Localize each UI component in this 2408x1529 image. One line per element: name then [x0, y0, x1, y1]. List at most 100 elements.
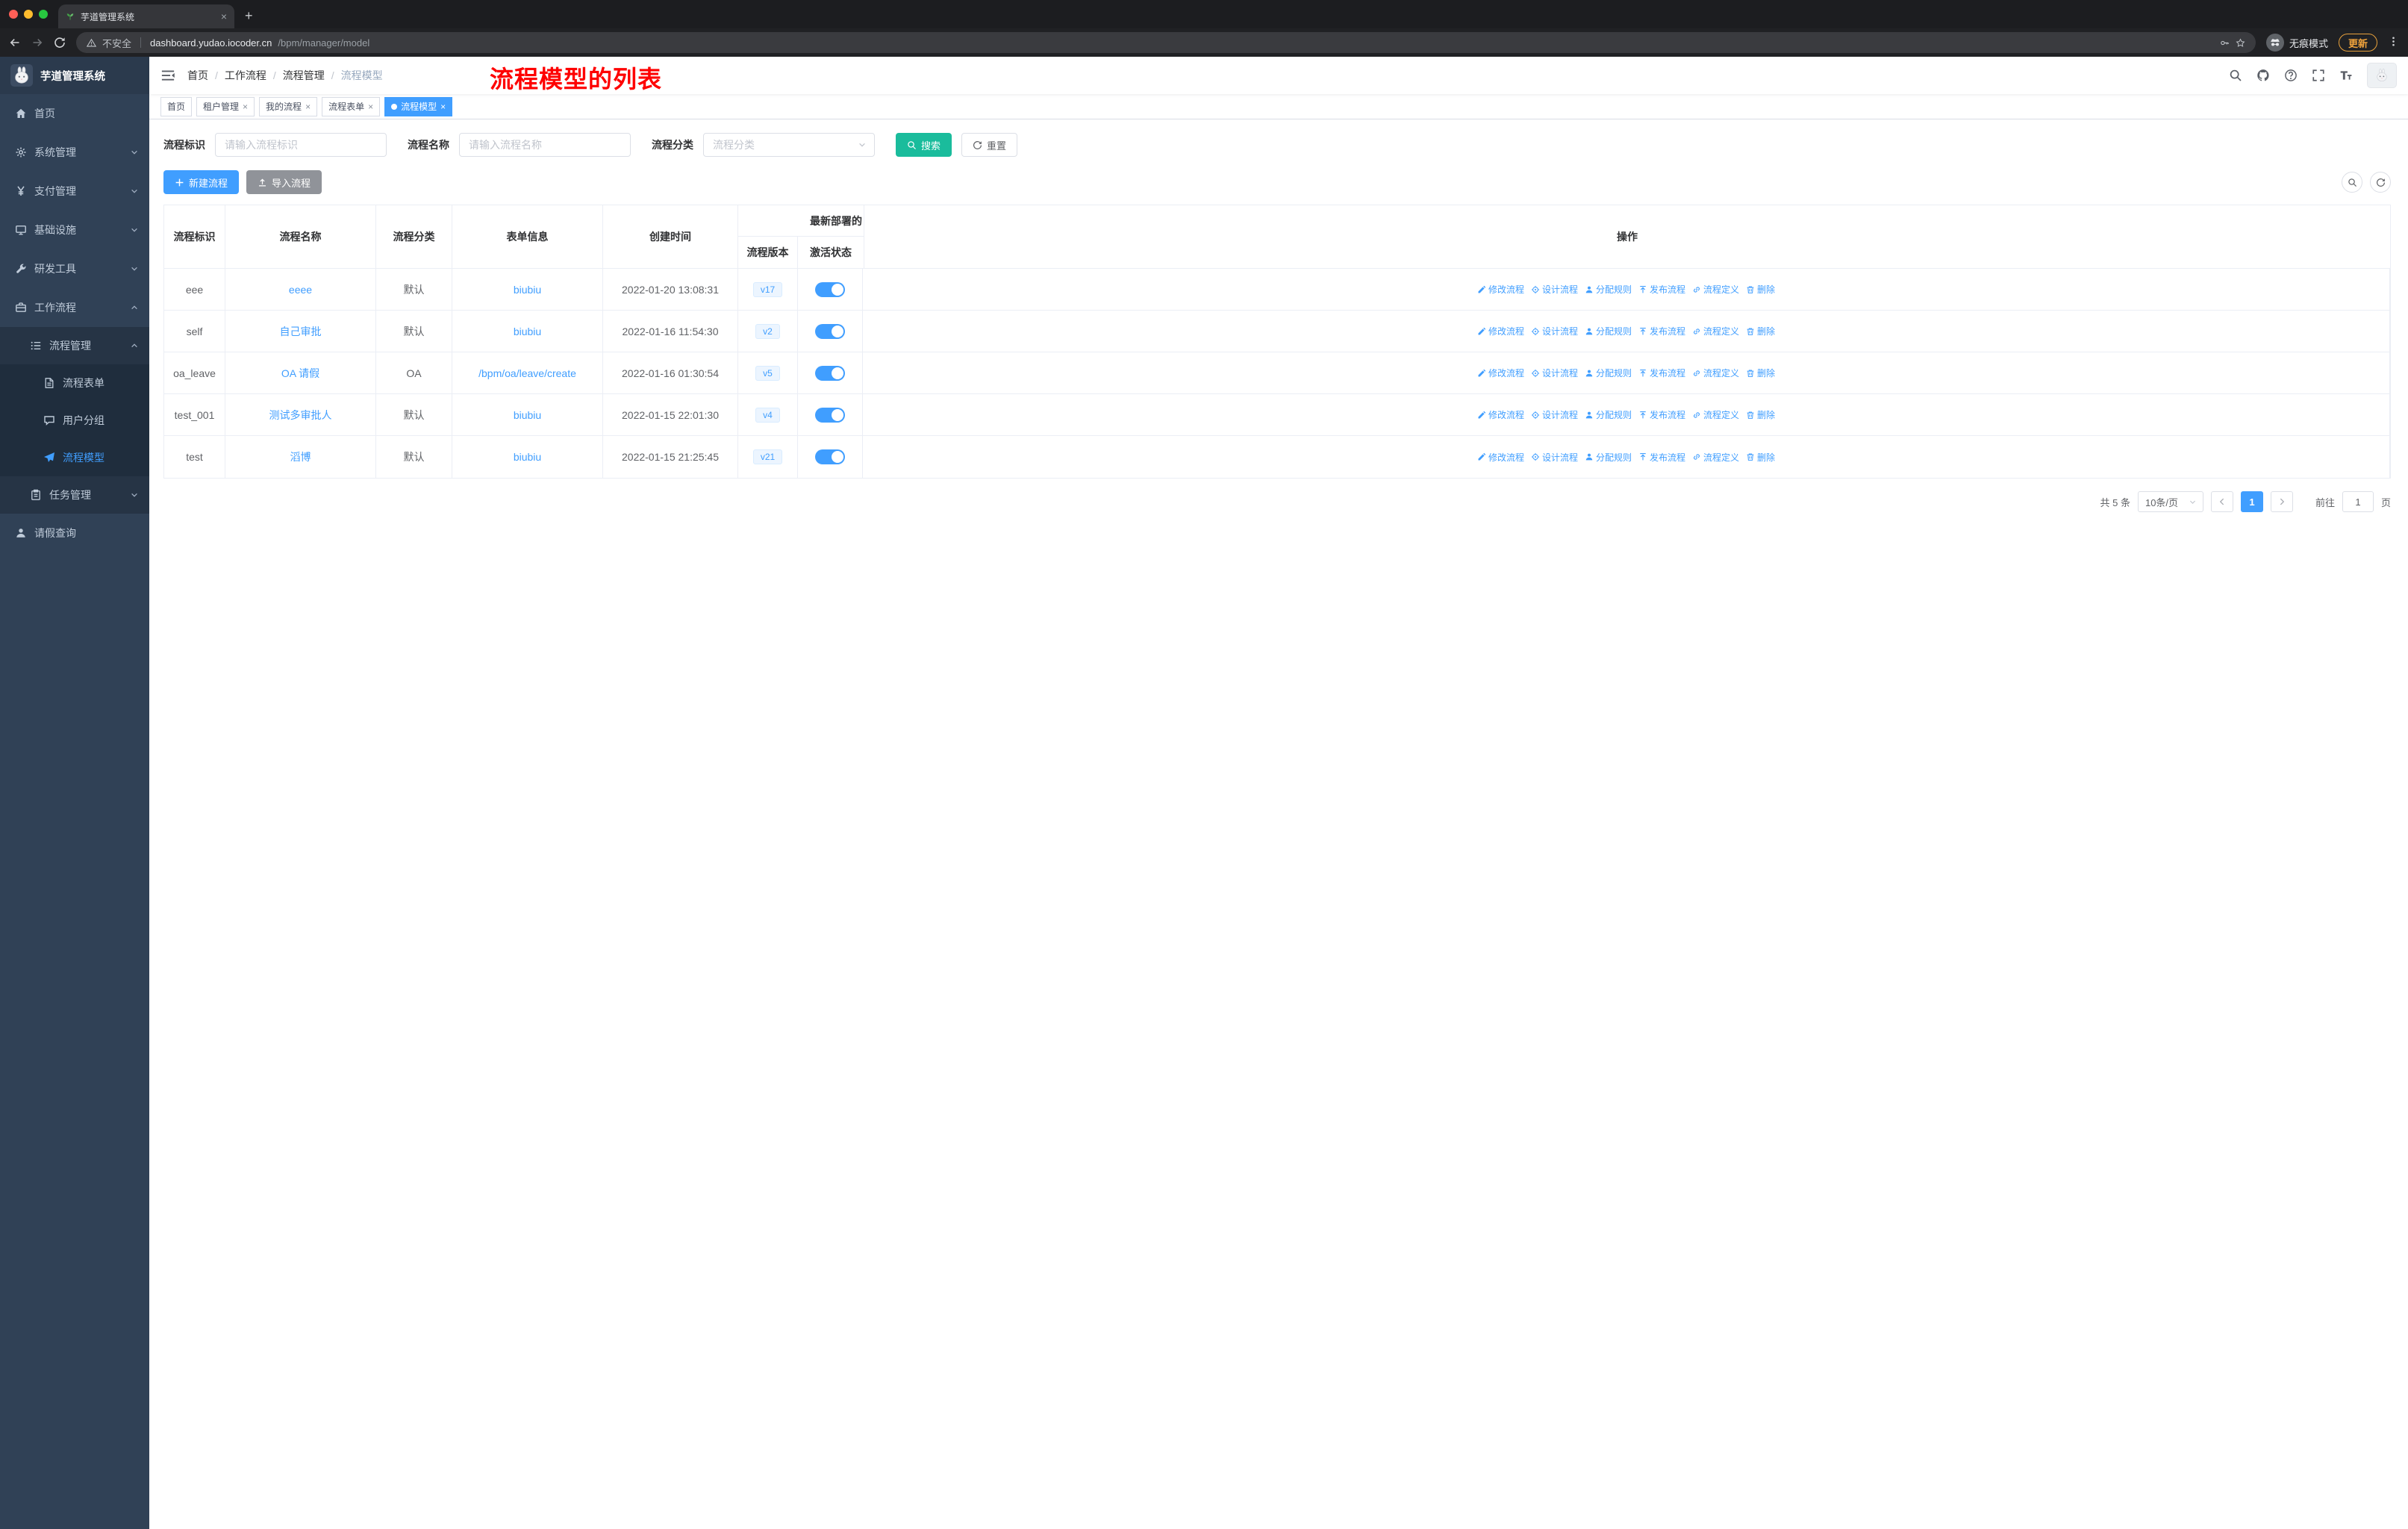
sidebar-item-user-group[interactable]: 用户分组	[0, 402, 149, 439]
browser-menu-icon[interactable]	[2388, 36, 2399, 50]
tag-close-icon[interactable]: ×	[440, 102, 446, 112]
sidebar-item-process-model[interactable]: 流程模型	[0, 439, 149, 476]
back-icon[interactable]	[9, 37, 21, 49]
process-name-link[interactable]: 测试多审批人	[269, 408, 332, 423]
action-delete-link[interactable]: 删除	[1746, 367, 1775, 379]
search-button[interactable]: 搜索	[896, 133, 952, 157]
sidebar-item-leave-query[interactable]: 请假查询	[0, 514, 149, 552]
process-key-input[interactable]	[215, 133, 387, 157]
tab-close-icon[interactable]: ×	[221, 10, 227, 22]
action-delete-link[interactable]: 删除	[1746, 408, 1775, 421]
action-publish-link[interactable]: 发布流程	[1638, 367, 1685, 379]
action-definition-link[interactable]: 流程定义	[1692, 408, 1739, 421]
form-info-link[interactable]: /bpm/oa/leave/create	[478, 367, 576, 379]
action-assign-link[interactable]: 分配规则	[1585, 325, 1632, 337]
process-name-link[interactable]: eeee	[289, 284, 312, 296]
reset-button[interactable]: 重置	[961, 133, 1018, 157]
activation-toggle[interactable]	[815, 365, 845, 381]
prev-page-button[interactable]	[2210, 491, 2233, 512]
form-info-link[interactable]: biubiu	[514, 326, 541, 337]
action-delete-link[interactable]: 删除	[1746, 283, 1775, 296]
tag-close-icon[interactable]: ×	[368, 102, 373, 112]
password-key-icon[interactable]	[2220, 38, 2230, 48]
toggle-search-button[interactable]	[2342, 172, 2362, 193]
action-modify-link[interactable]: 修改流程	[1477, 283, 1524, 296]
activation-toggle[interactable]	[815, 323, 845, 339]
import-process-button[interactable]: 导入流程	[246, 170, 322, 194]
sidebar-item-infrastructure[interactable]: 基础设施	[0, 211, 149, 249]
action-assign-link[interactable]: 分配规则	[1585, 367, 1632, 379]
action-definition-link[interactable]: 流程定义	[1692, 451, 1739, 464]
tag-process-form[interactable]: 流程表单 ×	[322, 96, 381, 116]
tag-close-icon[interactable]: ×	[305, 102, 311, 112]
tag-process-model[interactable]: 流程模型 ×	[384, 96, 453, 116]
process-name-link[interactable]: OA 请假	[281, 366, 319, 381]
sidebar-item-devtools[interactable]: 研发工具	[0, 249, 149, 288]
fullscreen-icon[interactable]	[2312, 69, 2325, 82]
action-design-link[interactable]: 设计流程	[1531, 408, 1578, 421]
action-design-link[interactable]: 设计流程	[1531, 283, 1578, 296]
close-window-button[interactable]	[9, 10, 18, 19]
next-page-button[interactable]	[2270, 491, 2293, 512]
action-definition-link[interactable]: 流程定义	[1692, 367, 1739, 379]
page-size-select[interactable]: 10条/页	[2137, 491, 2203, 512]
form-info-link[interactable]: biubiu	[514, 451, 541, 463]
reload-icon[interactable]	[54, 37, 66, 49]
form-info-link[interactable]: biubiu	[514, 284, 541, 296]
sidebar-item-workflow[interactable]: 工作流程	[0, 288, 149, 327]
sidebar-item-payment[interactable]: 支付管理	[0, 172, 149, 211]
action-design-link[interactable]: 设计流程	[1531, 451, 1578, 464]
breadcrumb-item[interactable]: 工作流程	[225, 68, 266, 83]
action-assign-link[interactable]: 分配规则	[1585, 451, 1632, 464]
form-info-link[interactable]: biubiu	[514, 409, 541, 421]
process-name-link[interactable]: 滔博	[290, 449, 311, 464]
minimize-window-button[interactable]	[24, 10, 33, 19]
action-delete-link[interactable]: 删除	[1746, 325, 1775, 337]
tag-home[interactable]: 首页	[160, 96, 193, 116]
action-publish-link[interactable]: 发布流程	[1638, 408, 1685, 421]
activation-toggle[interactable]	[815, 407, 845, 423]
action-definition-link[interactable]: 流程定义	[1692, 325, 1739, 337]
font-size-icon[interactable]	[2339, 69, 2353, 82]
user-avatar[interactable]	[2367, 63, 2397, 88]
github-icon[interactable]	[2256, 69, 2270, 82]
action-modify-link[interactable]: 修改流程	[1477, 408, 1524, 421]
hamburger-icon[interactable]	[160, 68, 175, 83]
update-button[interactable]: 更新	[2338, 34, 2377, 52]
sidebar-item-system[interactable]: 系统管理	[0, 133, 149, 172]
maximize-window-button[interactable]	[39, 10, 48, 19]
sidebar-item-home[interactable]: 首页	[0, 94, 149, 133]
sidebar-item-process-form[interactable]: 流程表单	[0, 364, 149, 402]
breadcrumb-item[interactable]: 流程管理	[283, 68, 325, 83]
goto-page-input[interactable]	[2342, 491, 2374, 512]
search-icon[interactable]	[2229, 69, 2242, 82]
action-publish-link[interactable]: 发布流程	[1638, 325, 1685, 337]
browser-tab[interactable]: 芋道管理系统 ×	[58, 4, 234, 28]
action-publish-link[interactable]: 发布流程	[1638, 451, 1685, 464]
breadcrumb-item[interactable]: 首页	[187, 68, 208, 83]
activation-toggle[interactable]	[815, 281, 845, 297]
new-tab-button[interactable]: +	[245, 8, 253, 24]
activation-toggle[interactable]	[815, 449, 845, 464]
sidebar-item-process-mgmt[interactable]: 流程管理	[0, 327, 149, 364]
process-name-link[interactable]: 自己审批	[280, 324, 322, 339]
current-page-button[interactable]: 1	[2240, 491, 2263, 512]
action-design-link[interactable]: 设计流程	[1531, 367, 1578, 379]
action-design-link[interactable]: 设计流程	[1531, 325, 1578, 337]
create-process-button[interactable]: 新建流程	[163, 170, 240, 194]
tag-tenant[interactable]: 租户管理 ×	[196, 96, 255, 116]
bookmark-star-icon[interactable]	[2236, 37, 2245, 48]
tag-my-process[interactable]: 我的流程 ×	[259, 96, 318, 116]
action-modify-link[interactable]: 修改流程	[1477, 325, 1524, 337]
action-definition-link[interactable]: 流程定义	[1692, 283, 1739, 296]
help-icon[interactable]	[2284, 69, 2298, 82]
action-modify-link[interactable]: 修改流程	[1477, 367, 1524, 379]
sidebar-item-task-mgmt[interactable]: 任务管理	[0, 476, 149, 514]
category-select[interactable]: 流程分类	[703, 133, 875, 157]
forward-icon[interactable]	[31, 37, 43, 49]
action-modify-link[interactable]: 修改流程	[1477, 451, 1524, 464]
action-delete-link[interactable]: 删除	[1746, 451, 1775, 464]
refresh-table-button[interactable]	[2370, 172, 2391, 193]
action-assign-link[interactable]: 分配规则	[1585, 283, 1632, 296]
process-name-input[interactable]	[459, 133, 631, 157]
